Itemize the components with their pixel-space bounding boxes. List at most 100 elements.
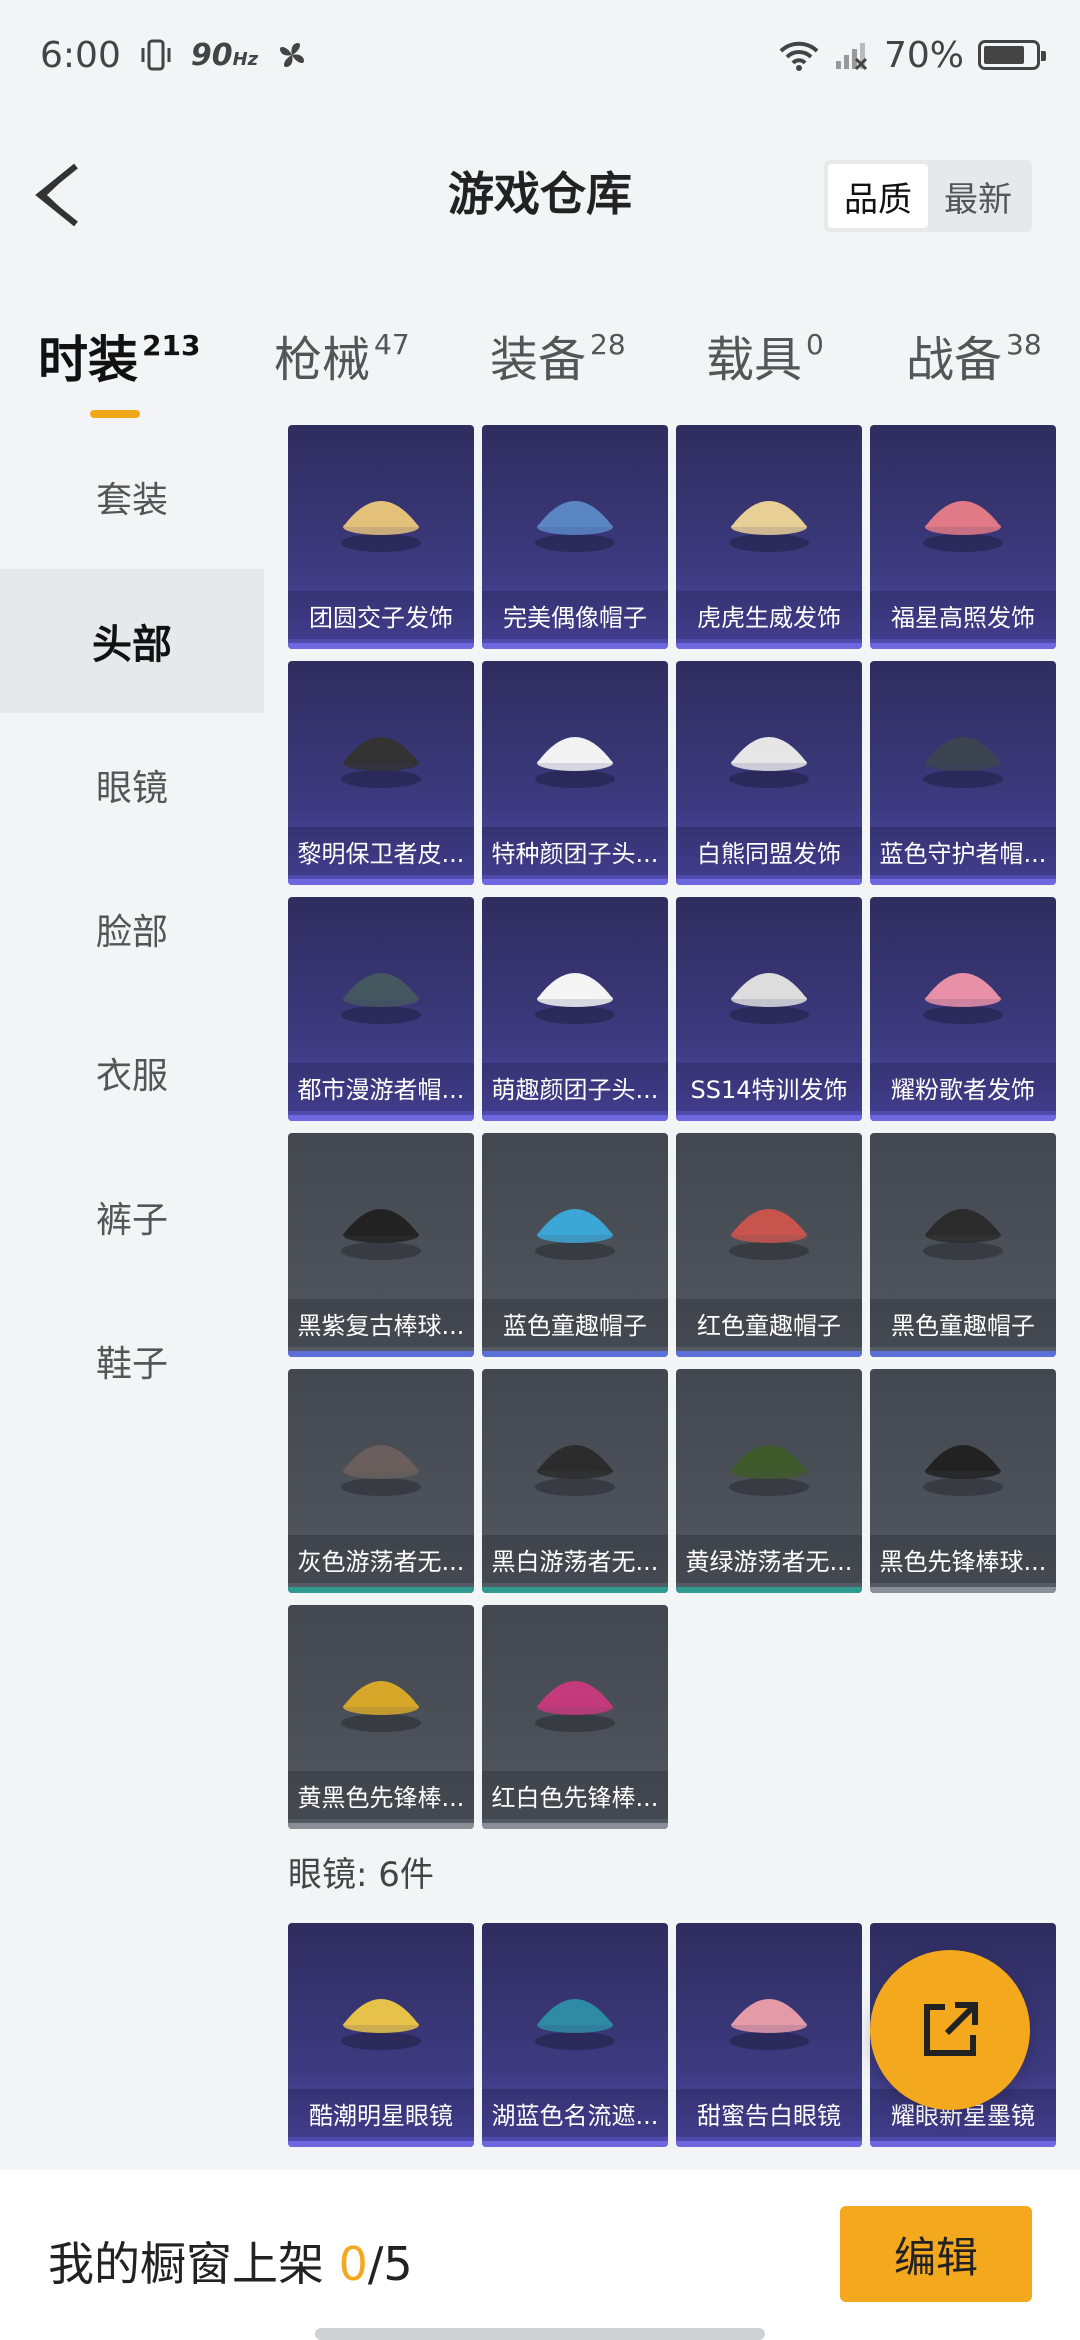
sort-toggle: 品质 最新: [824, 160, 1032, 232]
head-card[interactable]: 虎虎生威发饰: [676, 425, 862, 649]
head-card[interactable]: 黑紫复古棒球...: [288, 1133, 474, 1357]
status-bar: 6:00 90Hz 70%: [0, 0, 1080, 110]
head-item-name: 红白色先锋棒...: [482, 1771, 668, 1819]
head-card[interactable]: 黄绿游荡者无...: [676, 1369, 862, 1593]
tab-equipment[interactable]: 装备 28: [490, 320, 626, 390]
sidebar-item-clothes[interactable]: 衣服: [0, 1001, 264, 1145]
rarity-strip: [288, 1587, 474, 1593]
battery-percent: 70%: [883, 34, 964, 76]
head-card[interactable]: 黑色先锋棒球...: [870, 1369, 1056, 1593]
head-item-name: 黑白游荡者无...: [482, 1535, 668, 1583]
head-card[interactable]: 黑色童趣帽子: [870, 1133, 1056, 1357]
sidebar-item-pants[interactable]: 裤子: [0, 1145, 264, 1289]
clock: 6:00: [40, 34, 121, 76]
glasses-item-name: 湖蓝色名流遮...: [482, 2089, 668, 2137]
rarity-strip: [482, 879, 668, 885]
head-card[interactable]: 完美偶像帽子: [482, 425, 668, 649]
head-item-name: 白熊同盟发饰: [676, 827, 862, 875]
sort-newest[interactable]: 最新: [928, 164, 1028, 228]
head-card[interactable]: 红色童趣帽子: [676, 1133, 862, 1357]
rarity-strip: [870, 1115, 1056, 1121]
head-card[interactable]: 蓝色守护者帽...: [870, 661, 1056, 885]
head-item-name: 团圆交子发饰: [288, 591, 474, 639]
head-item-image: [525, 1409, 625, 1509]
head-item-name: 耀粉歌者发饰: [870, 1063, 1056, 1111]
rarity-strip: [676, 879, 862, 885]
edit-button[interactable]: 编辑: [840, 2206, 1032, 2302]
head-card[interactable]: 萌趣颜团子头...: [482, 897, 668, 1121]
rarity-strip: [676, 1115, 862, 1121]
head-card[interactable]: 黄黑色先锋棒...: [288, 1605, 474, 1829]
bottom-bar: 我的橱窗上架 0/5 编辑: [0, 2170, 1080, 2340]
head-item-name: 黎明保卫者皮...: [288, 827, 474, 875]
glasses-card[interactable]: 湖蓝色名流遮...: [482, 1923, 668, 2147]
tab-guns[interactable]: 枪械 47: [274, 320, 410, 390]
head-card[interactable]: 黑白游荡者无...: [482, 1369, 668, 1593]
showcase-status: 我的橱窗上架 0/5: [48, 2237, 413, 2291]
head-card[interactable]: SS14特训发饰: [676, 897, 862, 1121]
head-card[interactable]: 特种颜团子头...: [482, 661, 668, 885]
rarity-strip: [870, 1351, 1056, 1357]
rarity-strip: [870, 2141, 1056, 2147]
rarity-strip: [482, 1115, 668, 1121]
glasses-item-image: [525, 1963, 625, 2063]
head-item-image: [525, 465, 625, 565]
head-item-image: [913, 1173, 1013, 1273]
head-card[interactable]: 耀粉歌者发饰: [870, 897, 1056, 1121]
head-item-name: 都市漫游者帽...: [288, 1063, 474, 1111]
tab-vehicles[interactable]: 载具 0: [706, 320, 824, 390]
glasses-item-image: [331, 1963, 431, 2063]
rarity-strip: [288, 1115, 474, 1121]
head-card[interactable]: 福星高照发饰: [870, 425, 1056, 649]
head-item-name: 灰色游荡者无...: [288, 1535, 474, 1583]
wifi-icon: [779, 41, 819, 71]
head-item-image: [525, 1645, 625, 1745]
refresh-rate: 90Hz: [190, 37, 259, 73]
sidebar-item-shoes[interactable]: 鞋子: [0, 1289, 264, 1433]
head-item-name: SS14特训发饰: [676, 1063, 862, 1111]
sidebar-item-outfits[interactable]: 套装: [0, 425, 264, 569]
head-item-name: 黑紫复古棒球...: [288, 1299, 474, 1347]
active-tab-indicator: [90, 410, 140, 418]
head-item-image: [719, 701, 819, 801]
sidebar-item-face[interactable]: 脸部: [0, 857, 264, 1001]
sidebar: 套装 头部 眼镜 脸部 衣服 裤子 鞋子: [0, 425, 264, 2175]
head-card[interactable]: 灰色游荡者无...: [288, 1369, 474, 1593]
head-item-name: 黄黑色先锋棒...: [288, 1771, 474, 1819]
head-item-name: 蓝色童趣帽子: [482, 1299, 668, 1347]
glasses-card[interactable]: 甜蜜告白眼镜: [676, 1923, 862, 2147]
head-item-name: 萌趣颜团子头...: [482, 1063, 668, 1111]
head-item-name: 虎虎生威发饰: [676, 591, 862, 639]
sidebar-item-glasses[interactable]: 眼镜: [0, 713, 264, 857]
sidebar-item-head[interactable]: 头部: [0, 569, 264, 713]
glasses-item-name: 甜蜜告白眼镜: [676, 2089, 862, 2137]
rarity-strip: [870, 1587, 1056, 1593]
rarity-strip: [482, 1823, 668, 1829]
head-item-image: [913, 465, 1013, 565]
head-item-image: [913, 1409, 1013, 1509]
battery-icon: [978, 40, 1046, 70]
head-item-name: 蓝色守护者帽...: [870, 827, 1056, 875]
rarity-strip: [676, 1351, 862, 1357]
rarity-strip: [288, 1823, 474, 1829]
head-item-image: [331, 937, 431, 1037]
rarity-strip: [482, 1587, 668, 1593]
home-indicator[interactable]: [315, 2328, 765, 2340]
head-card[interactable]: 白熊同盟发饰: [676, 661, 862, 885]
rarity-strip: [676, 2141, 862, 2147]
head-item-image: [331, 701, 431, 801]
head-card[interactable]: 红白色先锋棒...: [482, 1605, 668, 1829]
glasses-card[interactable]: 酷潮明星眼镜: [288, 1923, 474, 2147]
vibrate-icon: [141, 39, 171, 71]
tab-supplies[interactable]: 战备 38: [906, 320, 1042, 390]
share-button[interactable]: [870, 1950, 1030, 2110]
head-card[interactable]: 都市漫游者帽...: [288, 897, 474, 1121]
sort-quality[interactable]: 品质: [828, 164, 928, 228]
head-card[interactable]: 蓝色童趣帽子: [482, 1133, 668, 1357]
signal-icon: [835, 43, 868, 71]
rarity-strip: [482, 643, 668, 649]
tab-fashion[interactable]: 时装 213: [38, 320, 200, 418]
head-card[interactable]: 黎明保卫者皮...: [288, 661, 474, 885]
head-item-image: [719, 465, 819, 565]
head-card[interactable]: 团圆交子发饰: [288, 425, 474, 649]
